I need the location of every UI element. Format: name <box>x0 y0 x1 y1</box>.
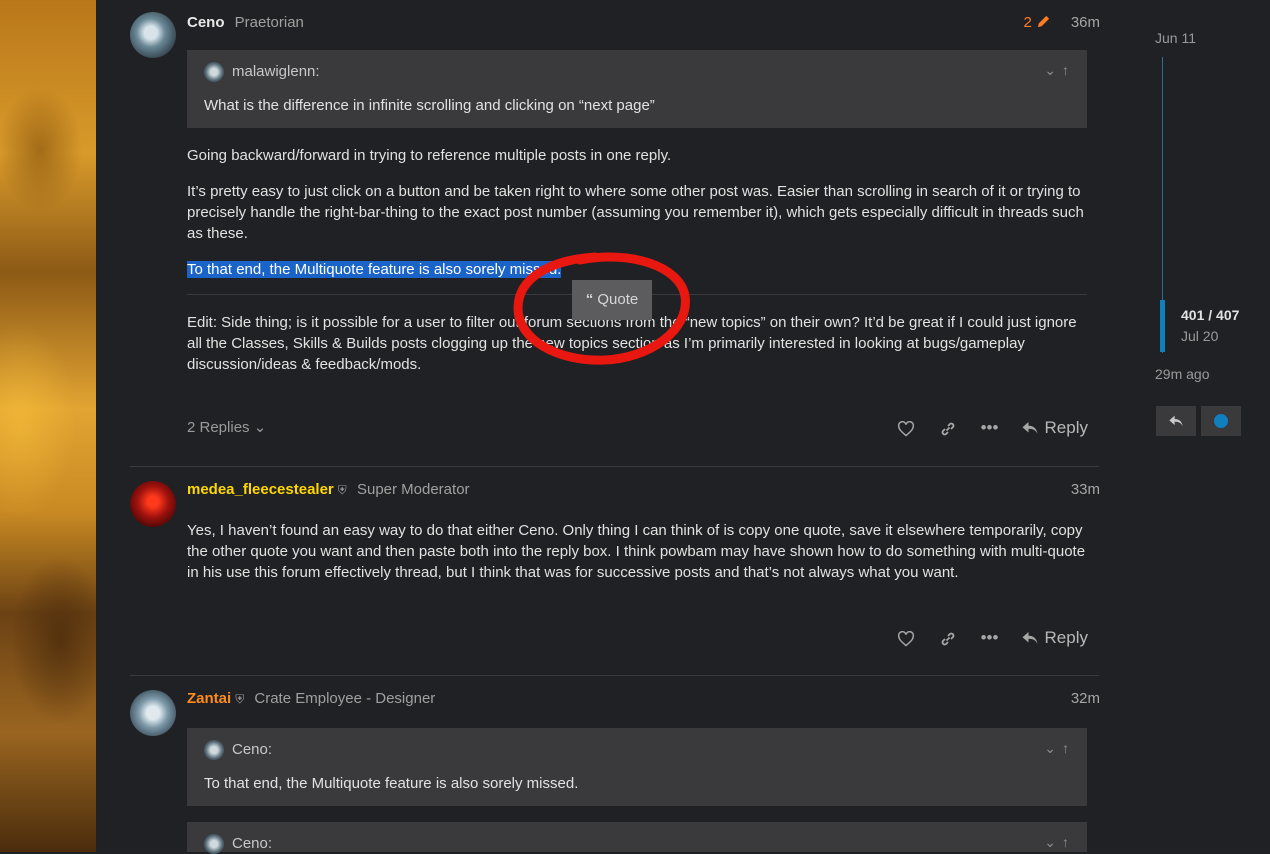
chevron-down-icon[interactable]: ⌄ <box>1044 834 1062 850</box>
quote-header: Ceno: <box>204 740 272 760</box>
quote-avatar <box>204 740 224 760</box>
avatar[interactable] <box>130 690 176 736</box>
tracking-dot-icon <box>1214 414 1228 428</box>
timeline-start-date[interactable]: Jun 11 <box>1155 30 1196 46</box>
reply-icon <box>1022 422 1038 434</box>
quote-author[interactable]: Ceno: <box>232 835 272 852</box>
edit-count: 2 <box>1023 14 1032 31</box>
reply-button[interactable]: Reply <box>1021 628 1088 648</box>
username[interactable]: Zantai <box>187 690 231 707</box>
post-date[interactable]: 36m <box>1071 12 1100 34</box>
timeline-current-date: Jul 20 <box>1181 328 1219 344</box>
paragraph: It’s pretty easy to just click on a butt… <box>187 183 1084 242</box>
reply-button[interactable]: Reply <box>1021 418 1088 438</box>
link-icon <box>941 422 954 435</box>
user-title: Praetorian <box>234 14 304 31</box>
quote-block: Ceno: ⌄↑ To that end, the Multiquote fea… <box>187 728 1087 806</box>
link-icon <box>941 632 954 645</box>
more-button[interactable]: ••• <box>969 418 1011 438</box>
quote-header: Ceno: <box>204 834 272 854</box>
post-separator <box>130 466 1099 467</box>
like-button[interactable] <box>885 418 927 438</box>
background-art <box>0 0 96 852</box>
like-button[interactable] <box>885 628 927 648</box>
quote-controls[interactable]: ⌄↑ <box>1044 62 1075 79</box>
heart-icon <box>897 630 914 647</box>
paragraph: Going backward/forward in trying to refe… <box>187 147 672 164</box>
post-zantai: Zantai ⛨ Crate Employee - Designer 32m Ce… <box>130 688 1100 854</box>
quote-controls[interactable]: ⌄↑ <box>1044 834 1075 851</box>
user-title: Super Moderator <box>356 481 470 498</box>
quote-author[interactable]: malawiglenn: <box>232 63 320 80</box>
reply-label: Reply <box>1044 418 1088 437</box>
text-selection: To that end, the Multiquote feature is a… <box>187 261 562 278</box>
shield-icon: ⛨ <box>337 483 347 497</box>
timeline-last-activity[interactable]: 29m ago <box>1155 366 1209 382</box>
replies-toggle[interactable]: 2 Replies ⌄ <box>187 418 266 436</box>
post-separator <box>130 675 1099 676</box>
timeline-handle[interactable] <box>1160 300 1165 352</box>
chevron-down-icon[interactable]: ⌄ <box>1044 62 1062 78</box>
chevron-down-icon: ⌄ <box>253 419 267 436</box>
username[interactable]: Ceno <box>187 14 225 31</box>
user-title: Crate Employee - Designer <box>254 690 436 707</box>
share-button[interactable] <box>927 628 969 648</box>
quote-controls[interactable]: ⌄↑ <box>1044 740 1075 757</box>
quote-block: Ceno: ⌄↑ <box>187 822 1087 854</box>
pencil-icon <box>1037 15 1050 28</box>
post-date[interactable]: 32m <box>1071 688 1100 710</box>
reply-icon <box>1022 632 1038 644</box>
post-medea: medea_fleecestealer ⛨ Super Moderator 33m… <box>130 479 1100 674</box>
avatar[interactable] <box>130 12 176 58</box>
annotation-circle <box>513 252 690 365</box>
avatar[interactable] <box>130 481 176 527</box>
post-actions: ••• Reply <box>885 625 1088 651</box>
post-body: Yes, I haven’t found an easy way to do t… <box>187 520 1088 583</box>
quote-text: To that end, the Multiquote feature is a… <box>204 775 579 792</box>
arrow-up-icon[interactable]: ↑ <box>1062 834 1075 850</box>
username[interactable]: medea_fleecestealer <box>187 481 334 498</box>
arrow-up-icon[interactable]: ↑ <box>1062 62 1075 78</box>
chevron-down-icon[interactable]: ⌄ <box>1044 740 1062 756</box>
quote-header: malawiglenn: <box>204 62 320 82</box>
post-meta: Zantai ⛨ Crate Employee - Designer 32m <box>187 688 1100 710</box>
heart-icon <box>897 420 914 437</box>
paragraph: Yes, I haven’t found an easy way to do t… <box>187 522 1086 581</box>
quote-text: What is the difference in infinite scrol… <box>204 97 655 114</box>
post-meta: Ceno Praetorian 2 36m <box>187 12 1100 34</box>
replies-label: 2 Replies <box>187 419 250 436</box>
topic-timeline: Jun 11 401 / 407 Jul 20 29m ago <box>1155 0 1270 852</box>
share-button[interactable] <box>927 418 969 438</box>
timeline-position: 401 / 407 <box>1181 307 1240 323</box>
edit-history[interactable]: 2 <box>1023 12 1051 34</box>
ellipsis-icon: ••• <box>980 418 999 437</box>
post-meta: medea_fleecestealer ⛨ Super Moderator 33m <box>187 479 1100 501</box>
quote-author[interactable]: Ceno: <box>232 741 272 758</box>
reply-label: Reply <box>1044 628 1088 647</box>
post-ceno: Ceno Praetorian 2 36m malawiglenn: ⌄↑ Wh… <box>130 12 1100 467</box>
more-button[interactable]: ••• <box>969 628 1011 648</box>
reply-icon <box>1169 415 1183 427</box>
timeline-notification-button[interactable] <box>1201 406 1241 436</box>
ellipsis-icon: ••• <box>980 628 999 647</box>
quote-block: malawiglenn: ⌄↑ What is the difference i… <box>187 50 1087 128</box>
shield-icon: ⛨ <box>235 692 245 706</box>
post-date[interactable]: 33m <box>1071 479 1100 501</box>
arrow-up-icon[interactable]: ↑ <box>1062 740 1075 756</box>
quote-avatar <box>204 62 224 82</box>
timeline-reply-button[interactable] <box>1156 406 1196 436</box>
quote-avatar <box>204 834 224 854</box>
post-actions: ••• Reply <box>885 415 1088 441</box>
